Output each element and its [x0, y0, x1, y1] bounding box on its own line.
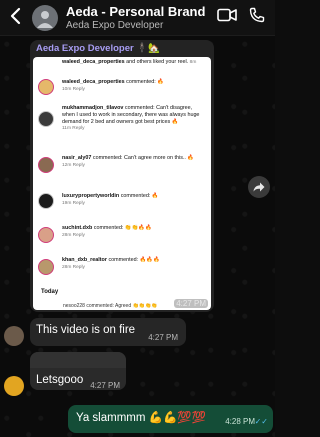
- message-time: 4:27 PM: [90, 381, 120, 390]
- notification-meta: 11m Reply: [62, 126, 85, 132]
- blurred-preview: [30, 352, 126, 368]
- notification-text: nesoo228 commented: Agreed 👏👏👏👏: [63, 303, 158, 309]
- message-text: This video is on fire: [36, 324, 136, 336]
- notification-user: suchint.dxb: [62, 225, 93, 231]
- list-item: suchint.dxb commented: 👏👏🔥🔥 28m Reply: [38, 225, 206, 251]
- contact-name: Aeda - Personal Brand: [66, 4, 206, 19]
- list-item: waleed_deca_properties and others liked …: [38, 59, 206, 73]
- contact-info[interactable]: Aeda - Personal Brand Aeda Expo Develope…: [66, 4, 217, 31]
- message-text: Ya slammmm 💪💪💯💯: [76, 412, 206, 424]
- avatar: [4, 376, 24, 396]
- avatar: [38, 79, 54, 95]
- list-item: waleed_deca_properties commented: 🔥 10m …: [38, 79, 206, 99]
- phone-icon: [249, 7, 265, 23]
- phone-call-button[interactable]: [249, 7, 265, 28]
- notification-meta: 12m Reply: [62, 162, 85, 168]
- chat-header: Aeda - Personal Brand Aeda Expo Develope…: [0, 0, 275, 36]
- list-item: nasir_aly07 commented: Can't agree more …: [38, 155, 206, 183]
- video-call-button[interactable]: [217, 8, 237, 27]
- video-call-icon: [217, 8, 237, 22]
- notification-text: commented: 🔥: [119, 193, 159, 199]
- notification-meta: 28m Reply: [62, 232, 85, 238]
- message-time: 4:27 PM: [174, 299, 208, 308]
- message-time: 4:28 PM: [225, 417, 255, 426]
- back-button[interactable]: [4, 7, 26, 29]
- message-time: 4:27 PM: [148, 333, 178, 342]
- read-receipt-icon: ✓✓: [254, 417, 268, 426]
- notification-meta: 19m Reply: [62, 200, 85, 206]
- notification-text: commented: 👏👏🔥🔥: [92, 225, 152, 231]
- notification-user: waleed_deca_properties: [62, 79, 125, 85]
- avatar: [38, 157, 54, 173]
- message-bubble-outgoing[interactable]: Ya slammmm 💪💪💯💯 4:28 PM ✓✓: [68, 405, 273, 433]
- contact-subtitle: Aeda Expo Developer: [66, 20, 164, 31]
- notification-meta: 28m Reply: [62, 264, 85, 270]
- person-icon: [37, 10, 53, 28]
- message-bubble-incoming[interactable]: This video is on fire 4:27 PM: [30, 318, 186, 346]
- avatar: [4, 326, 24, 346]
- message-bubble-incoming[interactable]: Letsgooo 4:27 PM: [30, 352, 126, 390]
- notification-screenshot[interactable]: waleed_deca_properties and others liked …: [33, 57, 211, 310]
- notification-user: waleed_deca_properties: [62, 59, 125, 65]
- avatar: [38, 193, 54, 209]
- forwarded-sender-name: Aeda Expo Developer 🕴🏻🏡: [36, 43, 160, 54]
- notification-user: mukhammadjon_tilavov: [62, 105, 124, 111]
- avatar: [38, 227, 54, 243]
- message-text: Letsgooo: [36, 374, 84, 386]
- notification-text: commented: Can't agree more on this.. 🔥: [91, 155, 195, 161]
- avatar: [38, 111, 54, 127]
- notification-meta: 8m: [189, 60, 197, 65]
- list-item: luxurypropertyworldin commented: 🔥 19m R…: [38, 193, 206, 215]
- list-item: khan_dxb_realtor commented: 🔥🔥🔥 28m Repl…: [38, 257, 206, 283]
- section-label: Today: [41, 289, 59, 295]
- chevron-left-icon: [10, 7, 21, 24]
- notification-text: commented: 🔥🔥🔥: [106, 257, 160, 263]
- forward-icon: [253, 182, 265, 192]
- notification-user: khan_dxb_realtor: [62, 257, 107, 263]
- contact-avatar[interactable]: [32, 4, 58, 31]
- notification-user: nasir_aly07: [62, 155, 92, 161]
- notification-text: and others liked your reel.: [124, 59, 190, 65]
- notification-user: luxurypropertyworldin: [62, 193, 120, 199]
- forward-button[interactable]: [248, 176, 270, 198]
- avatar: [38, 259, 54, 275]
- notification-meta: 10m Reply: [62, 86, 85, 92]
- forwarded-media-message[interactable]: Aeda Expo Developer 🕴🏻🏡 waleed_deca_prop…: [30, 40, 214, 312]
- notification-text: commented: 🔥: [124, 79, 164, 85]
- list-item: mukhammadjon_tilavov commented: Can't di…: [38, 105, 206, 149]
